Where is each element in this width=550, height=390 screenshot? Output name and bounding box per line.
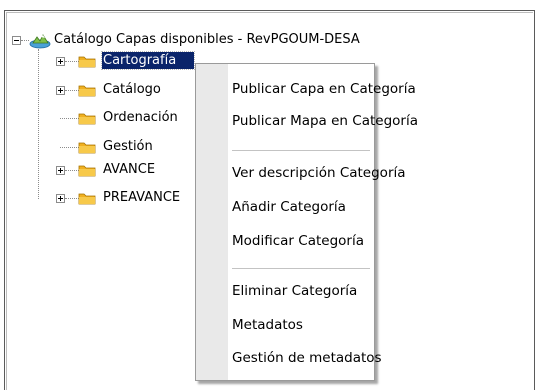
menu-item-modificar-categoria[interactable]: Modificar Categoría — [232, 230, 364, 252]
menu-item-ver-descripcion[interactable]: Ver descripción Categoría — [232, 162, 406, 184]
tree-connector — [21, 40, 29, 41]
context-menu: Publicar Capa en Categoría Publicar Mapa… — [195, 63, 418, 381]
folder-icon — [78, 142, 96, 154]
root-collapse-toggle[interactable] — [12, 36, 21, 45]
menu-item-publicar-capa[interactable]: Publicar Capa en Categoría — [232, 78, 416, 100]
tree-connector — [65, 61, 79, 62]
tree-connector — [65, 198, 79, 199]
tree-item-preavance[interactable]: PREAVANCE — [102, 189, 194, 206]
tree-connector — [60, 147, 79, 148]
tree-connector — [65, 90, 79, 91]
expand-toggle-preavance[interactable] — [56, 194, 65, 203]
menu-item-publicar-mapa[interactable]: Publicar Mapa en Categoría — [232, 110, 418, 132]
menu-item-gestion-metadatos[interactable]: Gestión de metadatos — [232, 347, 382, 369]
context-menu-gutter — [196, 64, 228, 380]
menu-separator — [232, 268, 370, 269]
tree-item-cartografia[interactable]: Cartografía — [101, 51, 195, 70]
expand-toggle-catalogo[interactable] — [56, 86, 65, 95]
folder-icon — [78, 193, 96, 205]
expand-toggle-cartografia[interactable] — [56, 57, 65, 66]
tree-connector — [38, 49, 39, 199]
tree-item-gestion[interactable]: Gestión — [102, 138, 154, 155]
menu-item-metadatos[interactable]: Metadatos — [232, 314, 303, 336]
menu-item-eliminar-categoria[interactable]: Eliminar Categoría — [232, 280, 357, 302]
folder-icon — [78, 56, 96, 68]
tree-item-catalogo[interactable]: Catálogo — [102, 81, 162, 98]
tree-item-avance[interactable]: AVANCE — [102, 161, 156, 178]
globe-icon — [29, 34, 51, 49]
folder-icon — [78, 165, 96, 177]
tree-item-ordenacion[interactable]: Ordenación — [102, 109, 194, 126]
expand-toggle-avance[interactable] — [56, 166, 65, 175]
folder-icon — [78, 85, 96, 97]
tree-root-label[interactable]: Catálogo Capas disponibles - RevPGOUM-DE… — [53, 31, 361, 48]
menu-separator — [232, 150, 370, 151]
folder-icon — [78, 113, 96, 125]
tree-connector — [60, 118, 79, 119]
menu-item-anadir-categoria[interactable]: Añadir Categoría — [232, 196, 346, 218]
tree-connector — [65, 170, 79, 171]
